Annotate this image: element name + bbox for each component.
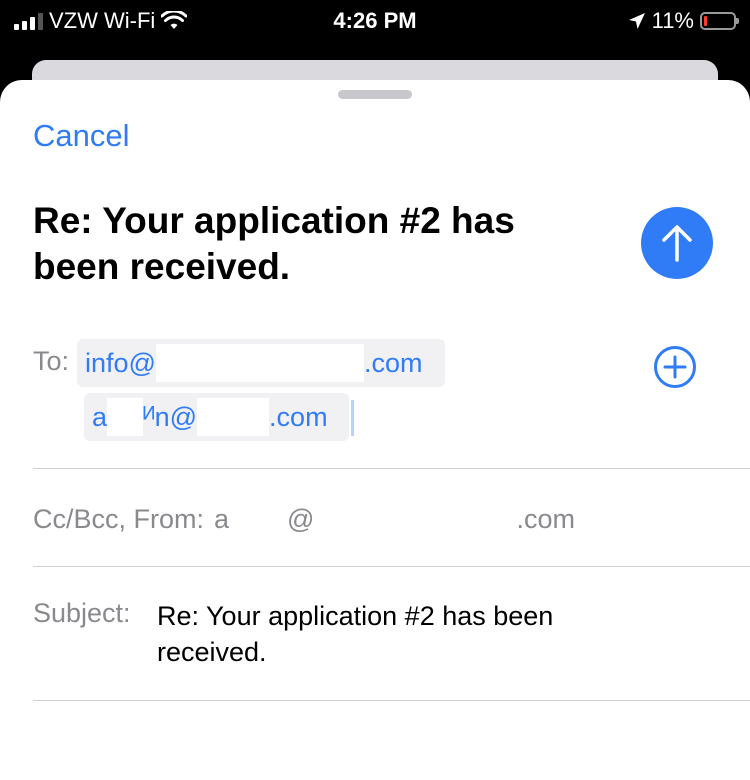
recipient-address-end: .com <box>269 402 328 432</box>
text-cursor <box>351 400 354 436</box>
status-right: 11% <box>628 8 739 34</box>
ccbcc-from-field[interactable]: Cc/Bcc, From: a @ .com <box>33 500 575 538</box>
divider <box>33 700 750 701</box>
recipient-address-end: .com <box>363 348 423 378</box>
recipient-address-start: info@ <box>85 348 156 378</box>
to-label: To: <box>33 346 70 376</box>
arrow-up-icon <box>662 225 692 262</box>
recipient-chip[interactable]: info@ .com <box>77 339 445 387</box>
redacted-text <box>229 500 288 538</box>
status-bar: VZW Wi-Fi 4:26 PM 11% <box>0 0 750 44</box>
divider <box>33 468 750 469</box>
redacted-text <box>197 398 270 436</box>
battery-percent: 11% <box>651 8 694 33</box>
recipient-address-middle: ᴻn@ <box>143 402 198 432</box>
redacted-text <box>107 398 144 436</box>
divider <box>33 566 750 567</box>
from-address-start: a <box>214 503 230 534</box>
plus-circle-icon[interactable] <box>653 345 697 389</box>
sheet-grabber[interactable] <box>338 90 412 99</box>
redacted-text <box>155 344 364 382</box>
subject-field[interactable]: Re: Your application #2 has been receive… <box>157 598 657 670</box>
send-button[interactable] <box>641 207 713 279</box>
compose-sheet: Cancel Re: Your application #2 has been … <box>0 80 750 780</box>
recipient-chip[interactable]: a ᴻn@ .com <box>84 393 349 441</box>
location-arrow-icon <box>628 13 645 29</box>
battery-icon <box>700 12 739 30</box>
cancel-button[interactable]: Cancel <box>33 118 130 154</box>
recipient-address-start: a <box>92 402 108 432</box>
redacted-text <box>314 500 517 538</box>
ccbcc-from-label: Cc/Bcc, From: <box>33 503 205 534</box>
battery-level <box>704 16 707 26</box>
subject-label: Subject: <box>33 598 131 628</box>
from-address-end: .com <box>516 503 575 534</box>
from-address-at: @ <box>287 503 315 534</box>
compose-title: Re: Your application #2 has been receive… <box>33 200 515 287</box>
